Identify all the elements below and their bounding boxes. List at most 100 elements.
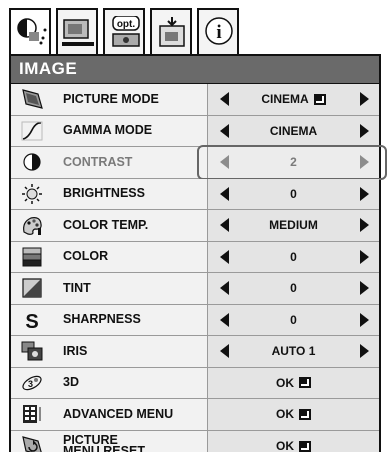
row-value[interactable]: MEDIUM: [207, 210, 379, 241]
enter-icon: [299, 377, 311, 389]
3d-icon: 3: [11, 368, 53, 399]
row-value-text: OK: [276, 439, 294, 452]
row-value-text: CINEMA: [261, 92, 309, 107]
row-label: PICTURE MODE: [63, 91, 159, 106]
tab-image[interactable]: [9, 8, 51, 54]
row-label: TINT: [63, 280, 91, 295]
row-value[interactable]: OK: [207, 367, 379, 398]
arrow-right-icon[interactable]: [360, 249, 369, 264]
menu-row-gamma-mode[interactable]: GAMMA MODE CINEMA: [11, 115, 379, 147]
arrow-right-icon[interactable]: [360, 186, 369, 201]
row-value-text: 0: [290, 249, 297, 264]
color-icon: [11, 242, 53, 273]
info-tab-icon: i: [205, 17, 233, 45]
arrow-left-icon[interactable]: [220, 249, 229, 264]
gamma-mode-icon: [11, 116, 53, 147]
row-value-text: 0: [290, 281, 297, 296]
menu-tabs: opt. i: [9, 8, 244, 54]
row-value-text: 2: [290, 155, 297, 170]
arrow-left-icon[interactable]: [220, 186, 229, 201]
arrow-left-icon[interactable]: [220, 123, 229, 138]
advanced-menu-icon: [11, 399, 53, 430]
picture-mode-icon: [11, 84, 53, 115]
tab-picture[interactable]: [56, 8, 98, 54]
menu-row-iris[interactable]: IRIS AUTO 1: [11, 336, 379, 368]
row-value[interactable]: OK: [207, 430, 379, 452]
tab-option[interactable]: opt.: [103, 8, 145, 54]
tab-installation[interactable]: [150, 8, 192, 54]
arrow-right-icon[interactable]: [360, 281, 369, 296]
picture-menu-reset-icon: [11, 431, 53, 452]
enter-icon: [313, 93, 326, 105]
row-label: GAMMA MODE: [63, 123, 153, 138]
row-label: IRIS: [63, 343, 88, 358]
picture-tab-icon: [62, 19, 94, 46]
svg-text:i: i: [216, 22, 221, 43]
row-value[interactable]: 0: [207, 241, 379, 272]
row-label: CONTRAST: [63, 154, 133, 169]
row-label: ADVANCED MENU: [63, 406, 174, 421]
arrow-left-icon[interactable]: [220, 312, 229, 327]
arrow-left-icon[interactable]: [220, 155, 229, 170]
menu-row-picture-menu-reset[interactable]: PICTURE MENU RESET OK: [11, 430, 379, 452]
row-value-text: 0: [290, 312, 297, 327]
menu-title: IMAGE: [19, 59, 78, 78]
row-label: 3D: [63, 375, 79, 390]
tab-information[interactable]: i: [197, 8, 239, 54]
row-value-text: OK: [276, 375, 294, 390]
arrow-left-icon[interactable]: [220, 281, 229, 296]
row-label: BRIGHTNESS: [63, 186, 145, 201]
image-menu: opt. i IMAGE PICTURE MODE CINEMA GAMMA MOD…: [9, 8, 387, 452]
sharpness-icon: S: [11, 305, 53, 336]
row-label: SHARPNESS: [63, 312, 141, 327]
image-tab-icon: [17, 18, 47, 45]
row-value-text: MEDIUM: [269, 218, 318, 233]
brightness-icon: [11, 179, 53, 210]
row-value-text: AUTO 1: [271, 344, 316, 359]
row-label: COLOR: [63, 249, 109, 264]
tint-icon: [11, 273, 53, 304]
arrow-right-icon[interactable]: [360, 92, 369, 107]
row-value[interactable]: 2: [207, 147, 379, 178]
menu-row-brightness[interactable]: BRIGHTNESS 0: [11, 178, 379, 210]
arrow-right-icon[interactable]: [360, 155, 369, 170]
enter-icon: [299, 440, 311, 452]
menu-row-color-temp[interactable]: COLOR TEMP. MEDIUM: [11, 210, 379, 242]
menu-title-bar: IMAGE: [9, 54, 381, 84]
row-label: PICTURE MENU RESET: [63, 433, 145, 452]
menu-row-color[interactable]: COLOR 0: [11, 241, 379, 273]
arrow-left-icon[interactable]: [220, 344, 229, 359]
row-value[interactable]: AUTO 1: [207, 336, 379, 367]
svg-text:opt.: opt.: [117, 19, 136, 30]
row-value[interactable]: 0: [207, 304, 379, 335]
menu-row-3d[interactable]: 3 3D OK: [11, 367, 379, 399]
arrow-right-icon[interactable]: [360, 123, 369, 138]
menu-row-tint[interactable]: TINT 0: [11, 273, 379, 305]
arrow-right-icon[interactable]: [360, 218, 369, 233]
row-value[interactable]: 0: [207, 178, 379, 209]
row-value[interactable]: CINEMA: [207, 84, 379, 115]
svg-text:3: 3: [28, 379, 33, 389]
arrow-left-icon[interactable]: [220, 218, 229, 233]
arrow-left-icon[interactable]: [220, 92, 229, 107]
menu-rows: PICTURE MODE CINEMA GAMMA MODE CINEMA CONTRA…: [9, 84, 387, 452]
row-value[interactable]: OK: [207, 399, 379, 430]
menu-row-advanced-menu[interactable]: ADVANCED MENU OK: [11, 399, 379, 431]
opt-tab-icon: opt.: [112, 16, 140, 47]
iris-icon: [11, 336, 53, 367]
enter-icon: [299, 408, 311, 420]
color-temp-icon: [11, 210, 53, 241]
row-value-text: 0: [290, 186, 297, 201]
row-value[interactable]: CINEMA: [207, 115, 379, 146]
menu-row-picture-mode[interactable]: PICTURE MODE CINEMA: [11, 84, 379, 116]
row-value-text: OK: [276, 407, 294, 422]
row-value-text: CINEMA: [269, 123, 318, 138]
contrast-icon: [11, 147, 53, 178]
row-label: COLOR TEMP.: [63, 217, 149, 232]
arrow-right-icon[interactable]: [360, 344, 369, 359]
arrow-right-icon[interactable]: [360, 312, 369, 327]
menu-row-sharpness[interactable]: S SHARPNESS 0: [11, 304, 379, 336]
menu-row-contrast[interactable]: CONTRAST 2: [11, 145, 387, 180]
row-value[interactable]: 0: [207, 273, 379, 304]
install-tab-icon: [159, 17, 185, 47]
